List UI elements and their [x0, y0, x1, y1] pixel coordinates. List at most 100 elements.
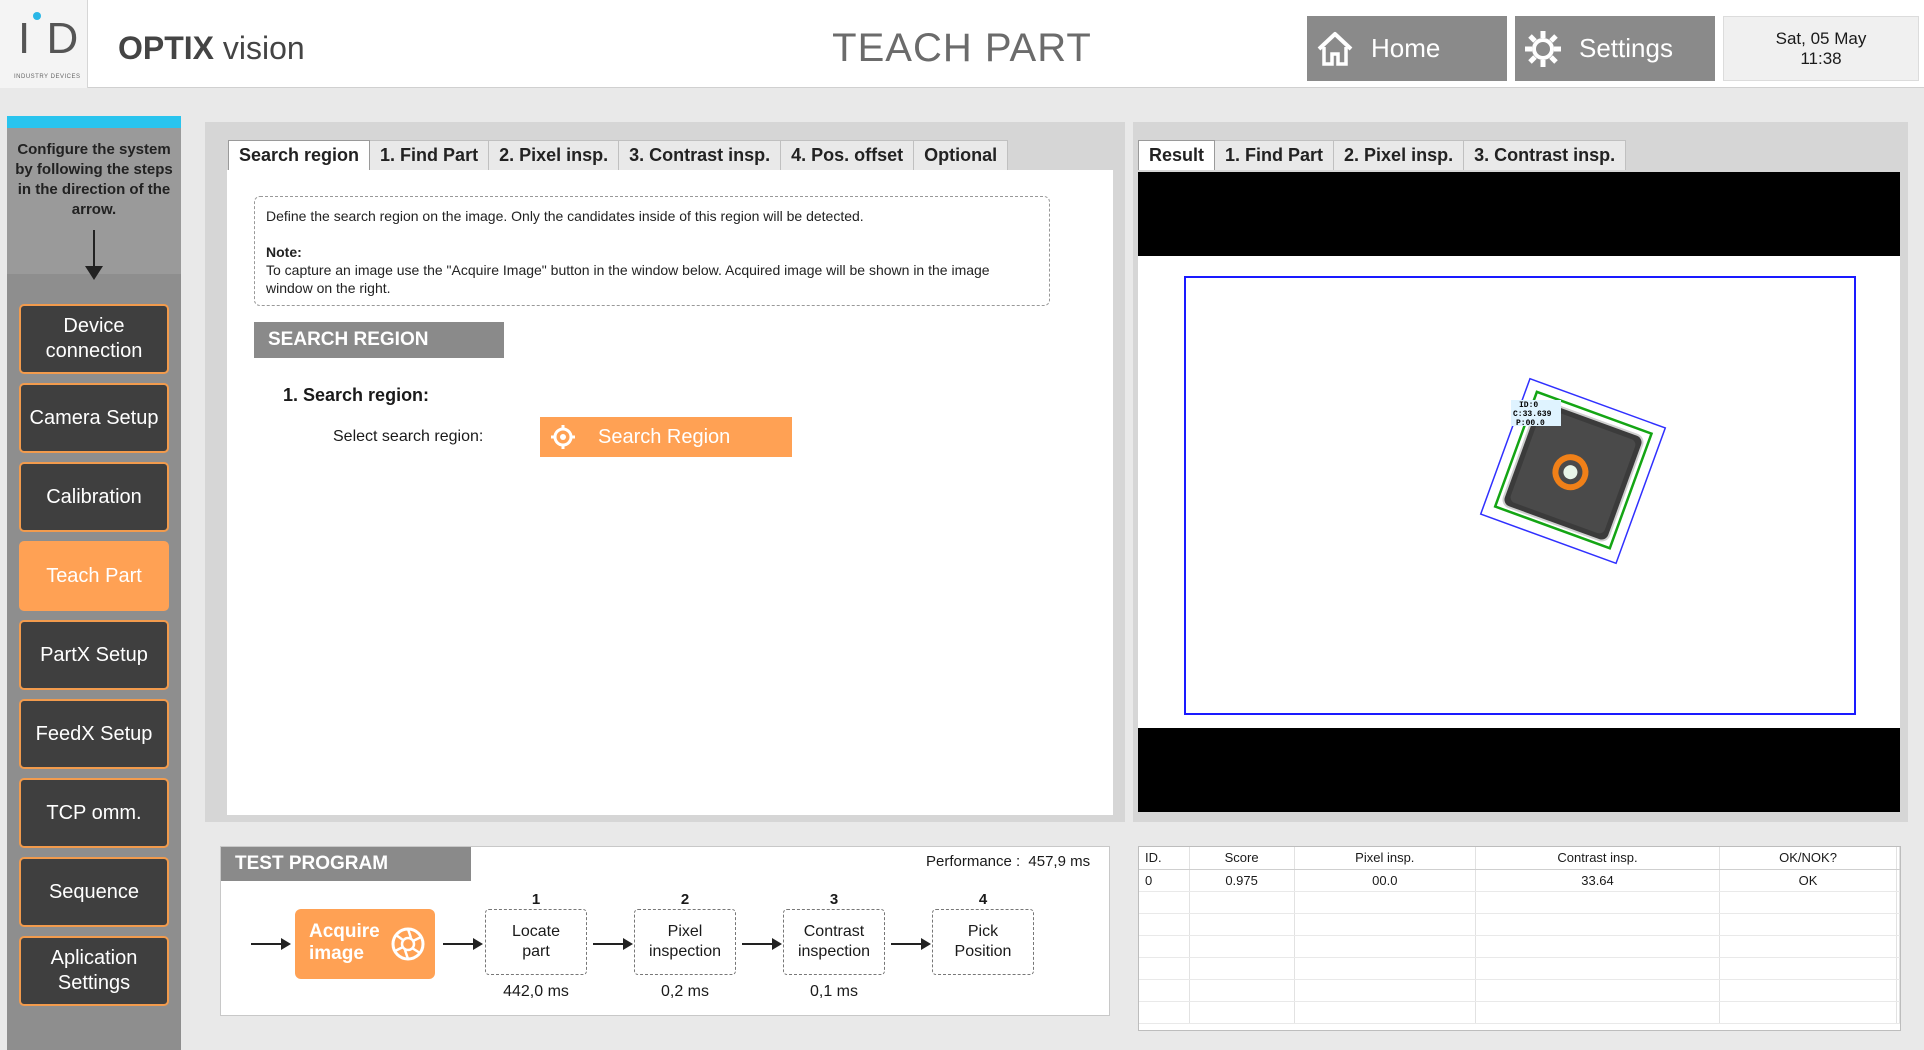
flow-arrow-icon: [251, 938, 291, 950]
step-line2: inspection: [648, 943, 722, 960]
tab-search-region[interactable]: Search region: [228, 140, 371, 170]
sidebar-item-partx-setup[interactable]: PartX Setup: [19, 620, 169, 690]
arrow-down-icon: [85, 230, 103, 280]
step-line1: Pick: [967, 923, 999, 940]
info-box: Define the search region on the image. O…: [254, 196, 1050, 306]
col-extra: [1896, 847, 1901, 870]
flow-arrow-icon: [742, 938, 782, 950]
step-time: 0,1 ms: [809, 983, 858, 1000]
sidebar-item-sequence[interactable]: Sequence: [19, 857, 169, 927]
teach-tabs: Search region 1. Find Part 2. Pixel insp…: [228, 140, 1009, 170]
logo-dot: [33, 12, 41, 20]
step-line2: part: [522, 943, 550, 960]
step-time: 442,0 ms: [503, 983, 569, 1000]
results-table: ID. Score Pixel insp. Contrast insp. OK/…: [1138, 846, 1901, 1031]
tab-contrast-insp[interactable]: 3. Contrast insp.: [619, 140, 782, 170]
info-text: Define the search region on the image. O…: [266, 208, 864, 224]
sidebar-item-tcp-comm[interactable]: TCP omm.: [19, 778, 169, 848]
cell-ok-nok: OK: [1719, 869, 1897, 892]
section-header: SEARCH REGION: [254, 322, 504, 358]
flow-arrow-icon: [443, 938, 483, 950]
step-contrast-inspection[interactable]: Contrast inspection: [783, 909, 885, 975]
home-label: Home: [1371, 33, 1441, 63]
test-program-panel: TEST PROGRAM Performance : 457,9 ms Acqu…: [220, 846, 1110, 1016]
overlay-label-contrast: C:33.639: [1513, 410, 1552, 419]
logo-subtitle: INDUSTRY DEVICES: [14, 74, 81, 80]
step-number: 1: [531, 891, 541, 908]
search-region-label: Select search region:: [333, 428, 484, 445]
tab-pos-offset[interactable]: 4. Pos. offset: [781, 140, 915, 170]
date-text: Sat, 05 May: [1775, 29, 1867, 48]
table-row: [1139, 935, 1901, 958]
table-row: [1139, 957, 1901, 980]
camera-aperture-icon: [391, 927, 425, 961]
sidebar-accent-bar: [7, 116, 181, 128]
detected-part: [1479, 377, 1667, 565]
settings-label: Settings: [1579, 33, 1673, 63]
sidebar-item-camera-setup[interactable]: Camera Setup: [19, 383, 169, 453]
tab-result-pixel-insp[interactable]: 2. Pixel insp.: [1334, 140, 1465, 170]
tab-pixel-insp[interactable]: 2. Pixel insp.: [489, 140, 620, 170]
cell-pixel-insp: 00.0: [1294, 869, 1476, 892]
tab-optional[interactable]: Optional: [914, 140, 1009, 170]
sidebar-item-feedx-setup[interactable]: FeedX Setup: [19, 699, 169, 769]
home-button[interactable]: Home: [1307, 16, 1507, 81]
tab-result-find-part[interactable]: 1. Find Part: [1215, 140, 1335, 170]
performance-label: Performance :: [926, 853, 1021, 870]
step-pick-position[interactable]: Pick Position: [932, 909, 1034, 975]
table-row: [1139, 891, 1901, 914]
col-id: ID.: [1139, 847, 1190, 870]
step-number: 2: [680, 891, 690, 908]
cell-id: 0: [1139, 869, 1190, 892]
app-name-bold: OPTIX: [118, 30, 215, 66]
home-icon: [1317, 31, 1353, 66]
col-ok-nok: OK/NOK?: [1719, 847, 1897, 870]
app-name-rest: vision: [222, 30, 305, 66]
overlay-labels: ID:0 C:33.639 P:00.0: [1511, 400, 1561, 428]
search-region-button[interactable]: Search Region: [540, 417, 792, 457]
tab-result-contrast-insp[interactable]: 3. Contrast insp.: [1464, 140, 1627, 170]
table-row: [1139, 1001, 1901, 1024]
detection-overlay: ID:0 C:33.639 P:00.0: [1184, 276, 1856, 715]
table-row: [1139, 913, 1901, 936]
flow-arrow-icon: [593, 938, 633, 950]
help-text: Configure the system by following the st…: [15, 141, 173, 218]
search-region-button-label: Search Region: [598, 425, 731, 448]
step-line2: Position: [954, 943, 1012, 960]
step-line2: inspection: [797, 943, 871, 960]
col-contrast-insp: Contrast insp.: [1475, 847, 1721, 870]
step-line1: Contrast: [803, 923, 865, 940]
acquire-image-button[interactable]: Acquire image: [295, 909, 435, 979]
test-program-header: TEST PROGRAM: [221, 847, 471, 881]
col-pixel-insp: Pixel insp.: [1294, 847, 1476, 870]
step-number: 4: [978, 891, 988, 908]
app-title: OPTIX vision: [118, 30, 305, 67]
tab-label: Search region: [239, 145, 360, 165]
performance-value: 457,9 ms: [1028, 853, 1091, 870]
sidebar-item-calibration[interactable]: Calibration: [19, 462, 169, 532]
step-locate-part[interactable]: Locate part: [485, 909, 587, 975]
tab-result[interactable]: Result: [1138, 140, 1216, 170]
logo-letters: I D: [18, 14, 81, 63]
sidebar-item-device-connection[interactable]: Device connection: [19, 304, 169, 374]
step-number: 3: [829, 891, 839, 908]
search-region-content: Define the search region on the image. O…: [227, 170, 1113, 815]
date-time-display: Sat, 05 May 11:38: [1723, 16, 1919, 81]
step-title: 1. Search region:: [283, 385, 430, 405]
sidebar-item-application-settings[interactable]: Aplication Settings: [19, 936, 169, 1006]
cell-extra: [1896, 869, 1901, 892]
target-gear-icon: [551, 425, 575, 449]
camera-image-view[interactable]: ID:0 C:33.639 P:00.0: [1138, 172, 1900, 812]
header-bar: I D INDUSTRY DEVICES OPTIX vision TEACH …: [0, 0, 1924, 88]
company-logo: I D INDUSTRY DEVICES: [0, 0, 88, 88]
gear-icon: [1525, 30, 1561, 67]
table-row[interactable]: 0 0.975 00.0 33.64 OK: [1139, 869, 1901, 892]
settings-button[interactable]: Settings: [1515, 16, 1715, 81]
sidebar-help-text: Configure the system by following the st…: [7, 128, 181, 280]
time-text: 11:38: [1800, 49, 1842, 68]
step-line1: Pixel: [667, 923, 703, 940]
overlay-label-id: ID:0: [1519, 401, 1538, 410]
sidebar-item-teach-part[interactable]: Teach Part: [19, 541, 169, 611]
step-pixel-inspection[interactable]: Pixel inspection: [634, 909, 736, 975]
tab-find-part[interactable]: 1. Find Part: [370, 140, 490, 170]
